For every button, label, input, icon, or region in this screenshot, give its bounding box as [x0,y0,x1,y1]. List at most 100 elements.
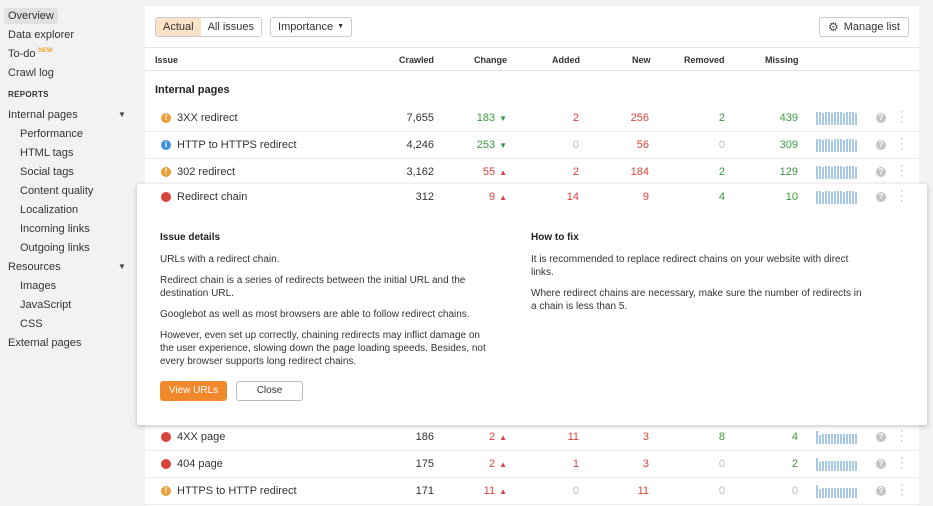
removed-value[interactable]: 0 [665,458,725,470]
close-button[interactable]: Close [236,381,303,401]
added-value[interactable]: 11 [519,431,579,443]
header-added[interactable]: Added [552,55,580,65]
missing-value[interactable]: 0 [738,485,798,497]
new-value[interactable]: 11 [589,485,649,497]
sidebar-report-item[interactable]: CSS [0,314,140,333]
new-value[interactable]: 256 [589,112,649,124]
issue-cell[interactable]: ! 404 page [161,458,223,470]
how-to-fix: How to fix It is recommended to replace … [531,231,866,321]
missing-value[interactable]: 2 [738,458,798,470]
missing-value[interactable]: 439 [738,112,798,124]
new-value[interactable]: 184 [589,166,649,178]
view-urls-button[interactable]: View URLs [160,381,227,401]
importance-dropdown[interactable]: Importance ▼ [270,17,353,37]
caret-down-icon[interactable]: ▼ [118,110,126,119]
help-icon[interactable]: ? [876,167,886,177]
issue-name[interactable]: 3XX redirect [177,112,238,124]
spark-bar [819,139,821,152]
sidebar-item[interactable]: To-do NEW [0,44,140,63]
help-icon[interactable]: ? [876,113,886,123]
more-options-icon[interactable]: · · · [900,161,904,182]
sidebar-report-item[interactable]: Localization [0,200,140,219]
table-row[interactable]: ! 404 page 175 2 ▲ 1 3 0 2? · · · [145,451,919,478]
header-change[interactable]: Change [474,55,507,65]
issue-cell[interactable]: ! 4XX page [161,431,225,443]
issue-name[interactable]: 404 page [177,458,223,470]
table-row[interactable]: ! 4XX page 186 2 ▲ 11 3 8 4? · · · [145,424,919,451]
spark-bar [825,139,827,152]
new-value[interactable]: 9 [589,191,649,203]
issue-cell[interactable]: ! HTTPS to HTTP redirect [161,485,297,497]
issue-name[interactable]: HTTP to HTTPS redirect [177,139,297,151]
new-value[interactable]: 3 [589,431,649,443]
sidebar-report-item[interactable]: Resources ▼ [0,257,140,276]
issue-cell[interactable]: ! 3XX redirect [161,112,238,124]
sidebar-item-label: Content quality [20,184,94,197]
new-value[interactable]: 56 [589,139,649,151]
table-row[interactable]: ! 302 redirect 3,162 55 ▲ 2 184 2 129? · · · [145,159,919,186]
more-options-icon[interactable]: · · · [900,134,904,155]
issue-cell[interactable]: ! 302 redirect [161,166,235,178]
help-icon[interactable]: ? [876,140,886,150]
missing-value[interactable]: 4 [738,431,798,443]
actual-tab[interactable]: Actual [156,18,201,36]
header-new[interactable]: New [632,55,651,65]
sidebar-report-item[interactable]: External pages [0,333,140,352]
sidebar-report-item[interactable]: Outgoing links [0,238,140,257]
sidebar-item[interactable]: Crawl log [0,63,140,82]
header-missing[interactable]: Missing [765,55,799,65]
added-value[interactable]: 2 [519,112,579,124]
issue-name[interactable]: HTTPS to HTTP redirect [177,485,297,497]
missing-value[interactable]: 10 [738,191,798,203]
removed-value[interactable]: 4 [665,191,725,203]
sidebar-item[interactable]: Overview [0,6,140,25]
help-icon[interactable]: ? [876,486,886,496]
sidebar-item[interactable]: Data explorer [0,25,140,44]
manage-list-button[interactable]: ⚙ Manage list [818,17,909,37]
issue-cell[interactable]: ! Redirect chain [161,191,247,203]
sidebar-report-item[interactable]: JavaScript [0,295,140,314]
missing-value[interactable]: 129 [738,166,798,178]
table-row[interactable]: ! Redirect chain 312 9 ▲ 14 9 4 10? · · · [145,184,919,211]
issue-name[interactable]: 302 redirect [177,166,235,178]
all-issues-tab[interactable]: All issues [201,18,261,36]
more-options-icon[interactable]: · · · [900,186,904,207]
table-row[interactable]: i HTTP to HTTPS redirect 4,246 253 ▼ 0 56 0 309?… [145,132,919,159]
more-options-icon[interactable]: · · · [900,453,904,474]
sidebar-report-item[interactable]: Internal pages ▼ [0,105,140,124]
help-icon[interactable]: ? [876,192,886,202]
issue-name[interactable]: Redirect chain [177,191,247,203]
removed-value[interactable]: 0 [665,485,725,497]
removed-value[interactable]: 2 [665,166,725,178]
help-icon[interactable]: ? [876,432,886,442]
removed-value[interactable]: 2 [665,112,725,124]
header-issue[interactable]: Issue [155,55,178,65]
added-value[interactable]: 2 [519,166,579,178]
change-value: 253 ▼ [447,139,507,151]
added-value[interactable]: 0 [519,485,579,497]
added-value[interactable]: 1 [519,458,579,470]
header-crawled[interactable]: Crawled [399,55,434,65]
new-value[interactable]: 3 [589,458,649,470]
issue-cell[interactable]: i HTTP to HTTPS redirect [161,139,297,151]
header-removed[interactable]: Removed [684,55,725,65]
help-icon[interactable]: ? [876,459,886,469]
more-options-icon[interactable]: · · · [900,480,904,501]
table-row[interactable]: ! HTTPS to HTTP redirect 171 11 ▲ 0 11 0 0? · · · [145,478,919,505]
added-value[interactable]: 0 [519,139,579,151]
missing-value[interactable]: 309 [738,139,798,151]
removed-value[interactable]: 8 [665,431,725,443]
table-row[interactable]: ! 3XX redirect 7,655 183 ▼ 2 256 2 439? · · · [145,105,919,132]
added-value[interactable]: 14 [519,191,579,203]
sidebar-report-item[interactable]: Content quality [0,181,140,200]
sidebar-report-item[interactable]: Incoming links [0,219,140,238]
sidebar-report-item[interactable]: Social tags [0,162,140,181]
more-options-icon[interactable]: · · · [900,426,904,447]
sidebar-report-item[interactable]: Performance [0,124,140,143]
sidebar-report-item[interactable]: HTML tags [0,143,140,162]
caret-down-icon[interactable]: ▼ [118,262,126,271]
removed-value[interactable]: 0 [665,139,725,151]
sidebar-report-item[interactable]: Images [0,276,140,295]
issue-name[interactable]: 4XX page [177,431,225,443]
more-options-icon[interactable]: · · · [900,107,904,128]
